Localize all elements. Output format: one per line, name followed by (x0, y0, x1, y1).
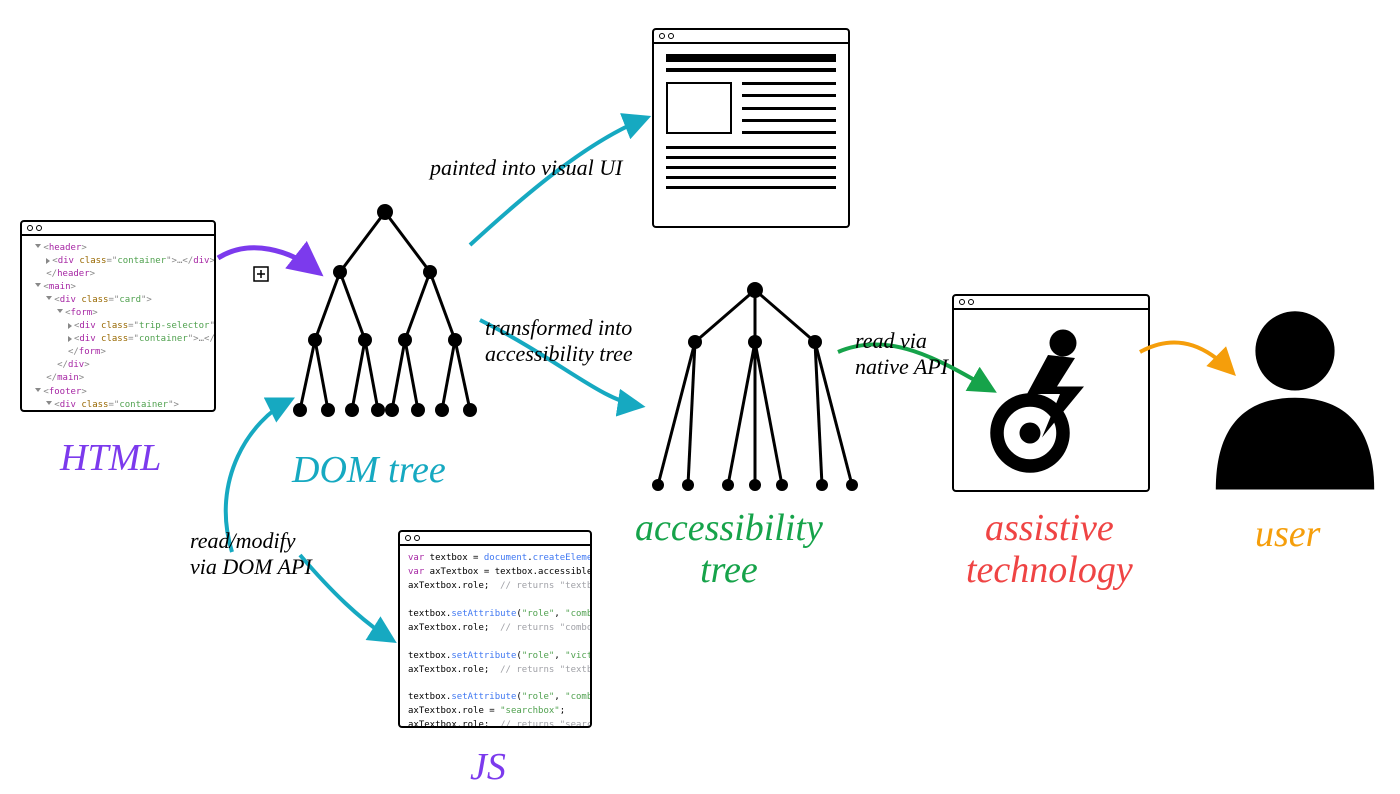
html-source-window: <header> <div class="container">…</div> … (20, 220, 216, 412)
traffic-light-icon (959, 299, 965, 305)
user-silhouette-icon (1205, 300, 1385, 490)
window-titlebar (400, 532, 590, 546)
traffic-light-icon (414, 535, 420, 541)
traffic-light-icon (405, 535, 411, 541)
traffic-light-icon (968, 299, 974, 305)
caption-transformed: transformed into accessibility tree (485, 315, 665, 367)
window-titlebar (654, 30, 848, 44)
traffic-light-icon (27, 225, 33, 231)
caption-read-native: read via native API (855, 328, 975, 380)
label-user: user (1255, 512, 1320, 556)
dom-tree-graphic (270, 200, 500, 430)
window-titlebar (954, 296, 1148, 310)
js-source-window: var textbox = document.createElement("in… (398, 530, 592, 728)
html-code: <header> <div class="container">…</div> … (22, 236, 214, 410)
caption-read-modify: read/modify via DOM API (190, 528, 350, 580)
traffic-light-icon (659, 33, 665, 39)
js-code: var textbox = document.createElement("in… (400, 546, 590, 726)
assistive-technology-window (952, 294, 1150, 492)
traffic-light-icon (668, 33, 674, 39)
label-a11y-tree: accessibility tree (635, 508, 823, 592)
label-js: JS (470, 745, 506, 789)
label-html: HTML (60, 436, 161, 480)
plus-square-icon (253, 266, 269, 282)
browser-content (654, 44, 848, 226)
label-dom-tree: DOM tree (292, 448, 446, 492)
accessibility-tree-graphic (640, 280, 870, 500)
accessible-icon (976, 325, 1126, 475)
label-assistive-tech: assistive technology (966, 508, 1133, 592)
traffic-light-icon (36, 225, 42, 231)
caption-painted: painted into visual UI (430, 155, 640, 181)
browser-visual-ui (652, 28, 850, 228)
window-titlebar (22, 222, 214, 236)
